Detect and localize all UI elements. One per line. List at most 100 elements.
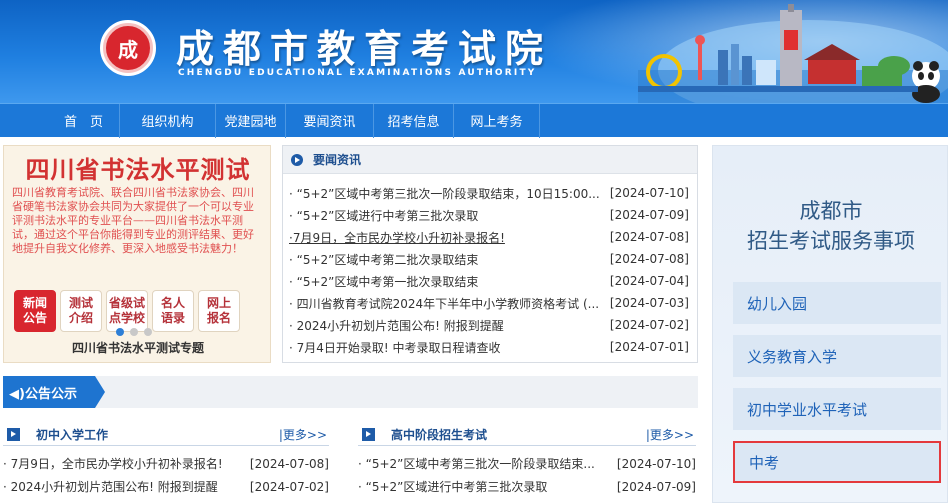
junior-school-column: 初中入学工作 |更多>> · 7月9日，全市民办学校小升初补录报名! [2024-…	[3, 424, 329, 503]
news-item-title[interactable]: · “5+2”区域中考第二批次录取结束	[289, 251, 601, 268]
news-item[interactable]: · 2024小升初划片范围公布! 附报到提醒 [2024-07-02]	[289, 314, 689, 336]
logo-char: 成	[118, 37, 138, 62]
banner-news-button[interactable]: 新闻 公告	[14, 290, 56, 332]
banner-button-line: 语录	[160, 311, 185, 325]
main-nav: 首 页 组织机构 党建园地 要闻资讯 招考信息 网上考务	[0, 103, 948, 138]
site-subtitle: CHENGDU EDUCATIONAL EXAMINATIONS AUTHORI…	[178, 68, 537, 78]
news-item[interactable]: · “5+2”区域中考第一批次录取结束 [2024-07-04]	[289, 270, 689, 292]
news-item-title[interactable]: · “5+2”区域中考第三批次一阶段录取结束，10日15:00...	[289, 185, 601, 202]
news-item[interactable]: · 7月4日开始录取! 中考录取日程请查收 [2024-07-01]	[289, 336, 689, 358]
list-item[interactable]: · 2024小升初划片范围公布! 附报到提醒 [2024-07-02]	[3, 475, 329, 498]
news-item-title[interactable]: · 2024小升初划片范围公布! 附报到提醒	[289, 317, 601, 334]
service-zhongkao[interactable]: 中考	[733, 441, 941, 483]
junior-school-header: 初中入学工作 |更多>>	[3, 424, 329, 446]
news-item-title[interactable]: · 7月4日开始录取! 中考录取日程请查收	[289, 339, 601, 356]
banner-button-line: 点学校	[108, 311, 145, 325]
news-item[interactable]: · “5+2”区域进行中考第三批次录取 [2024-07-09]	[289, 204, 689, 226]
site-header: 成 成都市教育考试院 CHENGDU EDUCATIONAL EXAMINATI…	[0, 0, 948, 103]
news-list: · “5+2”区域中考第三批次一阶段录取结束，10日15:00... [2024-…	[283, 174, 697, 358]
news-panel-header: 要闻资讯	[283, 146, 697, 174]
carousel-dots	[116, 328, 152, 336]
list-item-title[interactable]: · 2024小升初划片范围公布! 附报到提醒	[3, 478, 249, 495]
high-school-header: 高中阶段招生考试 |更多>>	[358, 424, 696, 446]
site-title: 成都市教育考试院	[176, 27, 553, 71]
news-item-date: [2024-07-03]	[609, 296, 689, 310]
high-school-column: 高中阶段招生考试 |更多>> · “5+2”区域中考第三批次一阶段录取结束...…	[358, 424, 696, 503]
banner-schools-button[interactable]: 省级试 点学校	[106, 290, 148, 332]
calligraphy-banner[interactable]: 四川省书法水平测试 四川省教育考试院、联合四川省书法家协会、四川省硬笔书法家协会…	[3, 145, 271, 363]
list-item-title[interactable]: · 7月9日，全市民办学校小升初补录报名!	[3, 455, 249, 472]
banner-description: 四川省教育考试院、联合四川省书法家协会、四川省硬笔书法家协会共同为大家提供了一个…	[12, 186, 254, 255]
nav-home[interactable]: 首 页	[48, 103, 120, 138]
banner-button-line: 省级试	[108, 296, 145, 310]
news-item[interactable]: · “5+2”区域中考第二批次录取结束 [2024-07-08]	[289, 248, 689, 270]
news-item-date: [2024-07-08]	[609, 230, 689, 244]
news-item-title[interactable]: · “5+2”区域中考第一批次录取结束	[289, 273, 601, 290]
list-item-date: [2024-07-02]	[249, 479, 329, 494]
banner-intro-button[interactable]: 测试 介绍	[60, 290, 102, 332]
news-panel: 要闻资讯 · “5+2”区域中考第三批次一阶段录取结束，10日15:00... […	[282, 145, 698, 363]
notice-bar: ◀)公告公示	[3, 376, 698, 408]
nav-online-exam-affairs[interactable]: 网上考务	[454, 103, 540, 138]
news-item[interactable]: · “5+2”区域中考第三批次一阶段录取结束，10日15:00... [2024-…	[289, 182, 689, 204]
site-logo[interactable]: 成	[100, 20, 156, 76]
logo-seal: 成	[103, 23, 153, 73]
banner-button-line: 测试	[68, 296, 93, 310]
play-icon	[291, 153, 303, 166]
news-item-date: [2024-07-04]	[609, 274, 689, 288]
carousel-dot[interactable]	[144, 328, 152, 336]
high-school-more-link[interactable]: |更多>>	[646, 426, 694, 443]
list-item-title[interactable]: · “5+2”区域中考第三批次一阶段录取结束...	[358, 455, 604, 472]
service-panel: 成都市 招生考试服务事项 幼儿入园 义务教育入学 初中学业水平考试 中考	[712, 145, 948, 503]
news-heading: 要闻资讯	[313, 153, 362, 167]
banner-quotes-button[interactable]: 名人 语录	[152, 290, 194, 332]
banner-button-line: 新闻	[22, 296, 47, 310]
list-item[interactable]: · 7月9日，全市民办学校小升初补录报名! [2024-07-08]	[3, 452, 329, 475]
banner-button-line: 介绍	[68, 311, 93, 325]
nav-organization[interactable]: 组织机构	[120, 103, 216, 138]
news-item-date: [2024-07-08]	[609, 252, 689, 266]
banner-title: 四川省书法水平测试	[25, 156, 251, 184]
banner-buttons: 新闻 公告 测试 介绍 省级试 点学校 名人 语录 网上 报名	[14, 290, 240, 332]
list-item[interactable]: · “5+2”区域中考第三批次一阶段录取结束... [2024-07-10]	[358, 452, 696, 475]
service-title-line: 招生考试服务事项	[747, 229, 915, 253]
banner-button-line: 网上	[206, 296, 231, 310]
banner-button-line: 报名	[206, 311, 231, 325]
list-item-date: [2024-07-08]	[249, 456, 329, 471]
list-item[interactable]: · “5+2”区域进行中考第三批次录取 [2024-07-09]	[358, 475, 696, 498]
news-item-title[interactable]: · 四川省教育考试院2024年下半年中小学教师资格考试 (...	[289, 295, 601, 312]
carousel-dot[interactable]	[116, 328, 124, 336]
list-item-date: [2024-07-10]	[616, 456, 696, 471]
news-item[interactable]: ·7月9日，全市民办学校小升初补录报名! [2024-07-08]	[289, 226, 689, 248]
service-title-line: 成都市	[799, 199, 863, 223]
news-item-date: [2024-07-02]	[609, 318, 689, 332]
play-icon	[362, 428, 375, 441]
junior-school-heading: 初中入学工作	[36, 428, 109, 442]
news-item-date: [2024-07-10]	[609, 186, 689, 200]
play-icon	[7, 428, 20, 441]
service-junior-academic-test[interactable]: 初中学业水平考试	[733, 388, 941, 430]
news-item-date: [2024-07-01]	[609, 340, 689, 354]
banner-button-line: 名人	[160, 296, 185, 310]
banner-register-button[interactable]: 网上 报名	[198, 290, 240, 332]
city-skyline-illustration	[638, 4, 948, 103]
nav-party-building[interactable]: 党建园地	[216, 103, 286, 138]
news-item[interactable]: · 四川省教育考试院2024年下半年中小学教师资格考试 (... [2024-07…	[289, 292, 689, 314]
banner-caption[interactable]: 四川省书法水平测试专题	[4, 339, 272, 356]
carousel-dot[interactable]	[130, 328, 138, 336]
high-school-heading: 高中阶段招生考试	[391, 428, 488, 442]
list-item-date: [2024-07-09]	[616, 479, 696, 494]
nav-admission-info[interactable]: 招考信息	[374, 103, 454, 138]
banner-button-line: 公告	[22, 311, 47, 325]
news-item-title[interactable]: ·7月9日，全市民办学校小升初补录报名!	[289, 229, 601, 246]
list-item-title[interactable]: · “5+2”区域进行中考第三批次录取	[358, 478, 604, 495]
nav-news[interactable]: 要闻资讯	[286, 103, 374, 138]
news-item-title[interactable]: · “5+2”区域进行中考第三批次录取	[289, 207, 601, 224]
service-compulsory-education[interactable]: 义务教育入学	[733, 335, 941, 377]
notice-tag[interactable]: ◀)公告公示	[3, 376, 105, 408]
service-title: 成都市 招生考试服务事项	[713, 196, 948, 256]
junior-school-more-link[interactable]: |更多>>	[279, 426, 327, 443]
news-item-date: [2024-07-09]	[609, 208, 689, 222]
service-kindergarten[interactable]: 幼儿入园	[733, 282, 941, 324]
